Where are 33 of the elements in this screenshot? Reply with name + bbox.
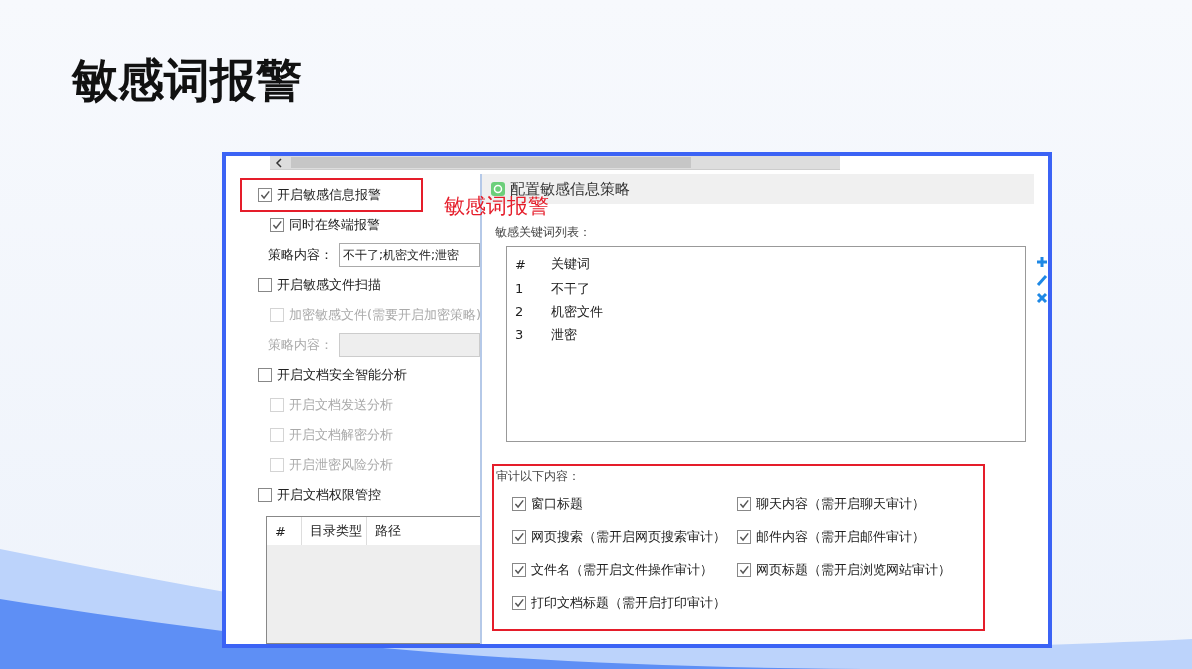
- checkbox-label: 开启泄密风险分析: [289, 456, 393, 474]
- column-header: 路径: [374, 522, 402, 540]
- checkbox-label: 开启文档发送分析: [289, 396, 393, 414]
- slide-title: 敏感词报警: [70, 52, 303, 109]
- checkbox-label: 文件名（需开启文件操作审计）: [531, 560, 713, 579]
- checkbox-label: 网页标题（需开启浏览网站审计）: [756, 560, 951, 579]
- table-cell-text: 1: [515, 281, 525, 296]
- column-header: 目录类型: [302, 517, 367, 545]
- table-cell: 不干了: [551, 279, 590, 298]
- input-field[interactable]: 不干了;机密文件;泄密: [339, 243, 480, 267]
- checkbox-label: 窗口标题: [531, 494, 583, 513]
- section-label: 审计以下内容：: [496, 468, 581, 485]
- field-label: 策略内容：: [268, 246, 333, 264]
- checkbox-label: 打印文档标题（需开启打印审计）: [531, 593, 726, 612]
- table-cell: 泄密: [551, 325, 577, 344]
- section-label: 敏感关键词列表：: [495, 224, 592, 241]
- table-cell: 机密文件: [551, 302, 603, 321]
- column-header: 关键词: [551, 255, 590, 273]
- checkbox-label: 开启文档安全智能分析: [277, 366, 407, 384]
- table-cell-text: 3: [515, 327, 525, 342]
- checkbox-label: 同时在终端报警: [289, 216, 380, 234]
- checkbox-label: 聊天内容（需开启聊天审计）: [756, 494, 925, 513]
- field-label: 策略内容：: [268, 336, 333, 354]
- checkbox-label: 加密敏感文件(需要开启加密策略): [289, 306, 482, 324]
- table-cell-text: 2: [515, 304, 525, 319]
- column-header: #: [515, 256, 527, 272]
- column-header: #: [267, 517, 302, 545]
- checkbox-label: 开启文档权限管控: [277, 486, 381, 504]
- checkbox-label: 开启文档解密分析: [289, 426, 393, 444]
- checkbox-label: 网页搜索（需开启网页搜索审计）: [531, 527, 726, 546]
- checkbox-label: 开启敏感信息报警: [277, 186, 381, 204]
- checkbox-label: 开启敏感文件扫描: [277, 276, 381, 294]
- checkbox-label: 邮件内容（需开启邮件审计）: [756, 527, 925, 546]
